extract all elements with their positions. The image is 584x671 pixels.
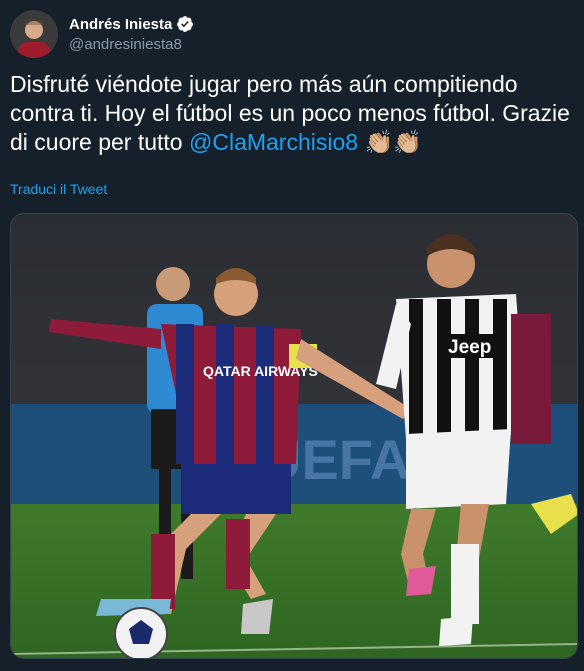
football-photo: UEFA CH QATAR AIRWAYS Jeep (11, 214, 577, 658)
mention-link[interactable]: @ClaMarchisio8 (189, 129, 358, 155)
profile-avatar[interactable] (10, 10, 58, 58)
tweet-text: Disfruté viéndote jugar pero más aún com… (10, 70, 570, 157)
tweet-photo[interactable]: UEFA CH QATAR AIRWAYS Jeep (10, 213, 578, 659)
author-handle[interactable]: @andresiniesta8 (69, 36, 182, 53)
avatar-icon (10, 10, 58, 58)
verified-badge-icon (177, 16, 194, 32)
author-display-name[interactable]: Andrés Iniesta (69, 16, 172, 33)
sponsor-right-text: Jeep (448, 337, 491, 358)
translate-tweet-link[interactable]: Traduci il Tweet (10, 181, 107, 197)
clapping-emoji: 👏🏼👏🏼 (364, 129, 422, 155)
author-name-row[interactable]: Andrés Iniesta (69, 15, 194, 33)
